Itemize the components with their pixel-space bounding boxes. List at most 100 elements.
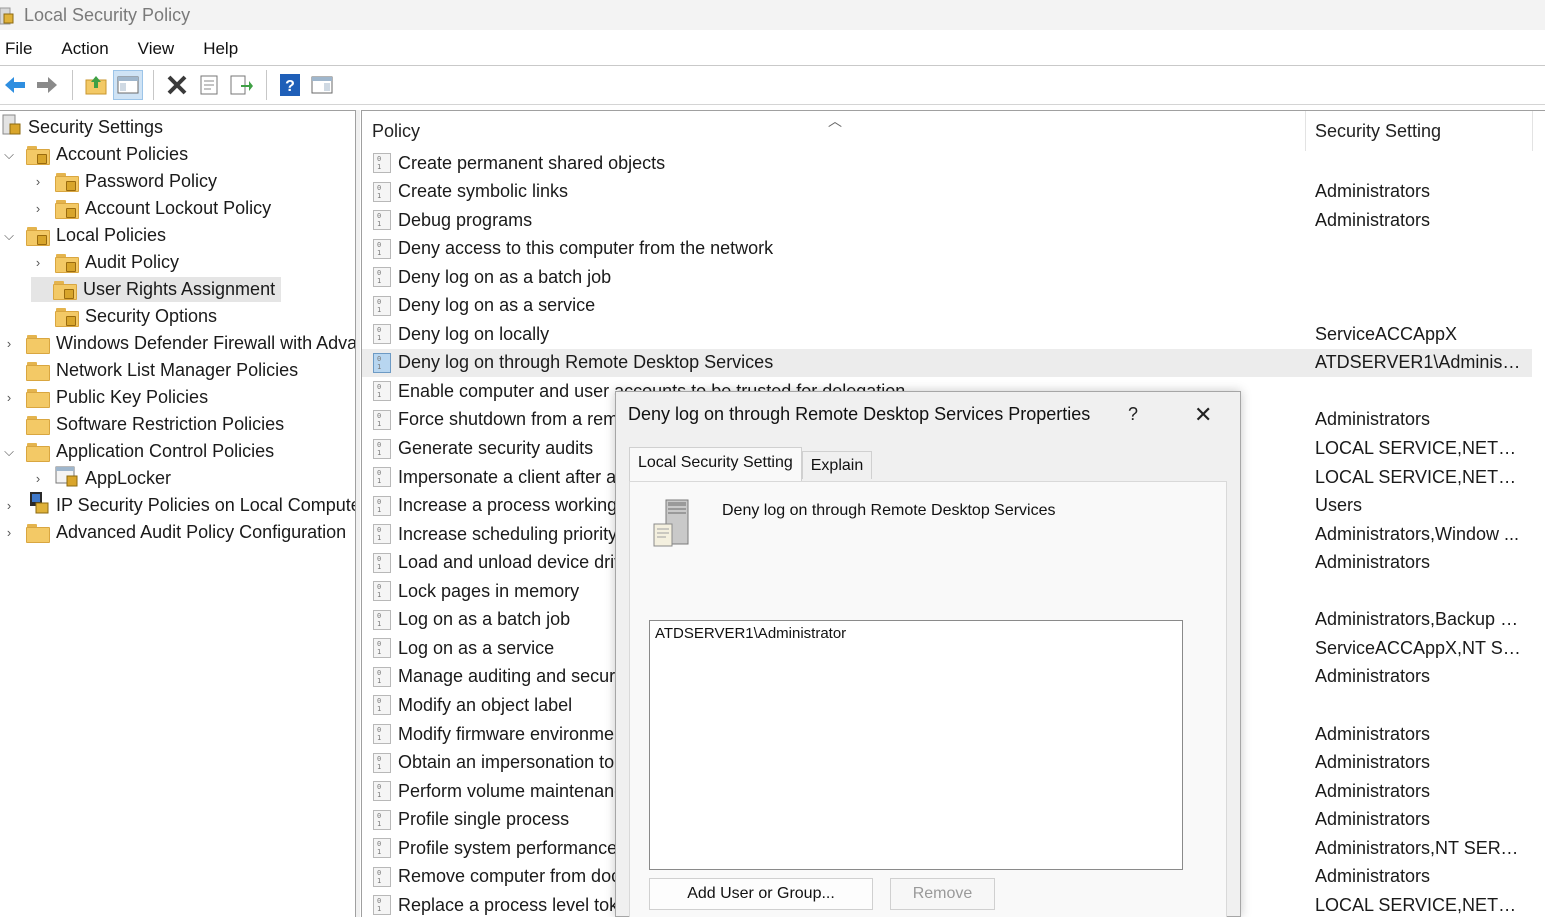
tree-item-network-list-manager-policies[interactable]: Network List Manager Policies [2,357,298,384]
menu-view[interactable]: View [133,39,175,59]
policy-heading: Deny log on through Remote Desktop Servi… [722,502,1056,519]
policy-setting-icon [373,181,391,202]
security-setting-value: Administrators [1315,409,1431,430]
policy-setting-icon [373,809,391,830]
security-setting-value: Administrators [1315,552,1431,573]
policy-name: Deny log on locally [398,323,550,344]
close-icon[interactable]: ✕ [1194,402,1212,428]
tree-item-advanced-audit-policy-configuration[interactable]: › Advanced Audit Policy Configuration [2,519,346,546]
table-row[interactable]: Create permanent shared objects [362,149,1532,177]
column-divider[interactable] [1532,111,1533,151]
table-row[interactable]: Deny log on as a batch job [362,263,1532,291]
dialog-tabs: Local Security Setting Explain [629,447,873,482]
security-setting-value: Administrators [1315,209,1431,230]
chevron-right-icon[interactable]: › [31,201,45,216]
assigned-users-list[interactable]: ATDSERVER1\Administrator [649,620,1183,870]
forward-icon[interactable] [32,70,62,100]
sort-ascending-icon: ︿ [828,113,842,129]
tree-item-application-control-policies[interactable]: ⌵ Application Control Policies [2,438,274,465]
table-row[interactable]: Deny access to this computer from the ne… [362,235,1532,263]
chevron-down-icon[interactable]: ⌵ [2,147,16,162]
policy-setting-icon [373,495,391,516]
table-row[interactable]: Create symbolic links Administrators [362,178,1532,206]
pane-splitter[interactable] [356,110,360,917]
tree-item-account-policies[interactable]: ⌵ Account Policies [2,141,188,168]
policy-setting-icon [373,409,391,430]
table-row[interactable]: Deny log on through Remote Desktop Servi… [362,348,1532,377]
policy-name: Deny log on through Remote Desktop Servi… [398,352,774,373]
show-hide-action-pane-icon[interactable] [307,70,337,100]
tree-item-account-lockout-policy[interactable]: › Account Lockout Policy [31,195,271,222]
tree-item-windows-defender-firewall[interactable]: › Windows Defender Firewall with Advance… [2,330,355,357]
locked-folder-icon [53,280,77,300]
locked-folder-icon [55,307,79,327]
policy-setting-icon [373,581,391,602]
tab-local-security-setting[interactable]: Local Security Setting [629,447,802,481]
policy-setting-icon [373,467,391,488]
delete-icon[interactable] [162,70,192,100]
chevron-right-icon[interactable]: › [31,255,45,270]
chevron-right-icon[interactable]: › [2,336,16,351]
chevron-right-icon[interactable]: › [2,498,16,513]
remove-button[interactable]: Remove [890,878,995,910]
policy-setting-icon [373,438,391,459]
folder-icon [26,388,50,408]
tree-item-user-rights-assignment[interactable]: User Rights Assignment [31,276,282,303]
table-row[interactable]: Debug programs Administrators [362,206,1532,234]
chevron-right-icon[interactable]: › [2,390,16,405]
menu-help[interactable]: Help [198,39,238,59]
show-hide-tree-icon[interactable] [113,70,143,100]
column-header-policy[interactable]: Policy [372,111,420,151]
security-setting-value: Administrators [1315,809,1431,830]
chevron-right-icon[interactable]: › [2,525,16,540]
back-icon[interactable] [0,70,30,100]
policy-setting-icon [373,866,391,887]
column-header-security-setting[interactable]: Security Setting [1315,111,1441,151]
tab-explain[interactable]: Explain [801,451,873,479]
policy-setting-icon [373,381,391,402]
toolbar: ? [0,67,339,103]
tree-item-local-policies[interactable]: ⌵ Local Policies [2,222,166,249]
tree-item-password-policy[interactable]: › Password Policy [31,168,217,195]
tree-item-label: Local Policies [56,225,167,245]
properties-dialog: Deny log on through Remote Desktop Servi… [615,391,1241,917]
tree-item-security-settings[interactable]: Security Settings [2,114,163,141]
folder-icon [26,361,50,381]
table-row[interactable]: Deny log on as a service [362,292,1532,320]
table-row[interactable]: Deny log on locally ServiceACCAppX [362,320,1532,348]
chevron-down-icon[interactable]: ⌵ [2,444,16,459]
policy-setting-icon [373,838,391,859]
export-list-icon[interactable] [226,70,256,100]
toolbar-divider [0,104,1545,105]
menu-action[interactable]: Action [56,39,108,59]
tree-item-software-restriction-policies[interactable]: Software Restriction Policies [2,411,284,438]
tree-item-public-key-policies[interactable]: › Public Key Policies [2,384,208,411]
help-icon[interactable]: ? [275,70,305,100]
policy-setting-icon [373,552,391,573]
add-user-or-group-button[interactable]: Add User or Group... [649,878,873,910]
help-button[interactable]: ? [1128,404,1138,425]
chevron-right-icon[interactable]: › [31,471,45,486]
tree-item-label: Software Restriction Policies [56,414,285,434]
chevron-down-icon[interactable]: ⌵ [2,228,16,243]
policy-setting-icon [373,724,391,744]
properties-icon[interactable] [194,70,224,100]
tree-item-ip-security-policies[interactable]: › IP Security Policies on Local Computer [2,492,355,519]
tree-item-label: AppLocker [85,468,172,488]
list-item[interactable]: ATDSERVER1\Administrator [650,621,1182,646]
folder-icon [26,523,50,543]
policy-name: Deny log on as a service [398,295,596,316]
menu-file[interactable]: File [0,39,32,59]
column-divider[interactable] [1305,111,1306,151]
tree-item-applocker[interactable]: › AppLocker [31,465,171,492]
policy-setting-icon [373,153,391,173]
tree-item-security-options[interactable]: Security Options [31,303,217,330]
security-policy-app-icon [0,6,14,25]
chevron-right-icon[interactable]: › [31,174,45,189]
folder-icon [26,334,50,354]
up-folder-icon[interactable] [81,70,111,100]
security-setting-value: Administrators [1315,752,1431,773]
tree-item-audit-policy[interactable]: › Audit Policy [31,249,179,276]
tree-item-label: Network List Manager Policies [56,360,299,380]
security-setting-value: Administrators [1315,866,1431,887]
